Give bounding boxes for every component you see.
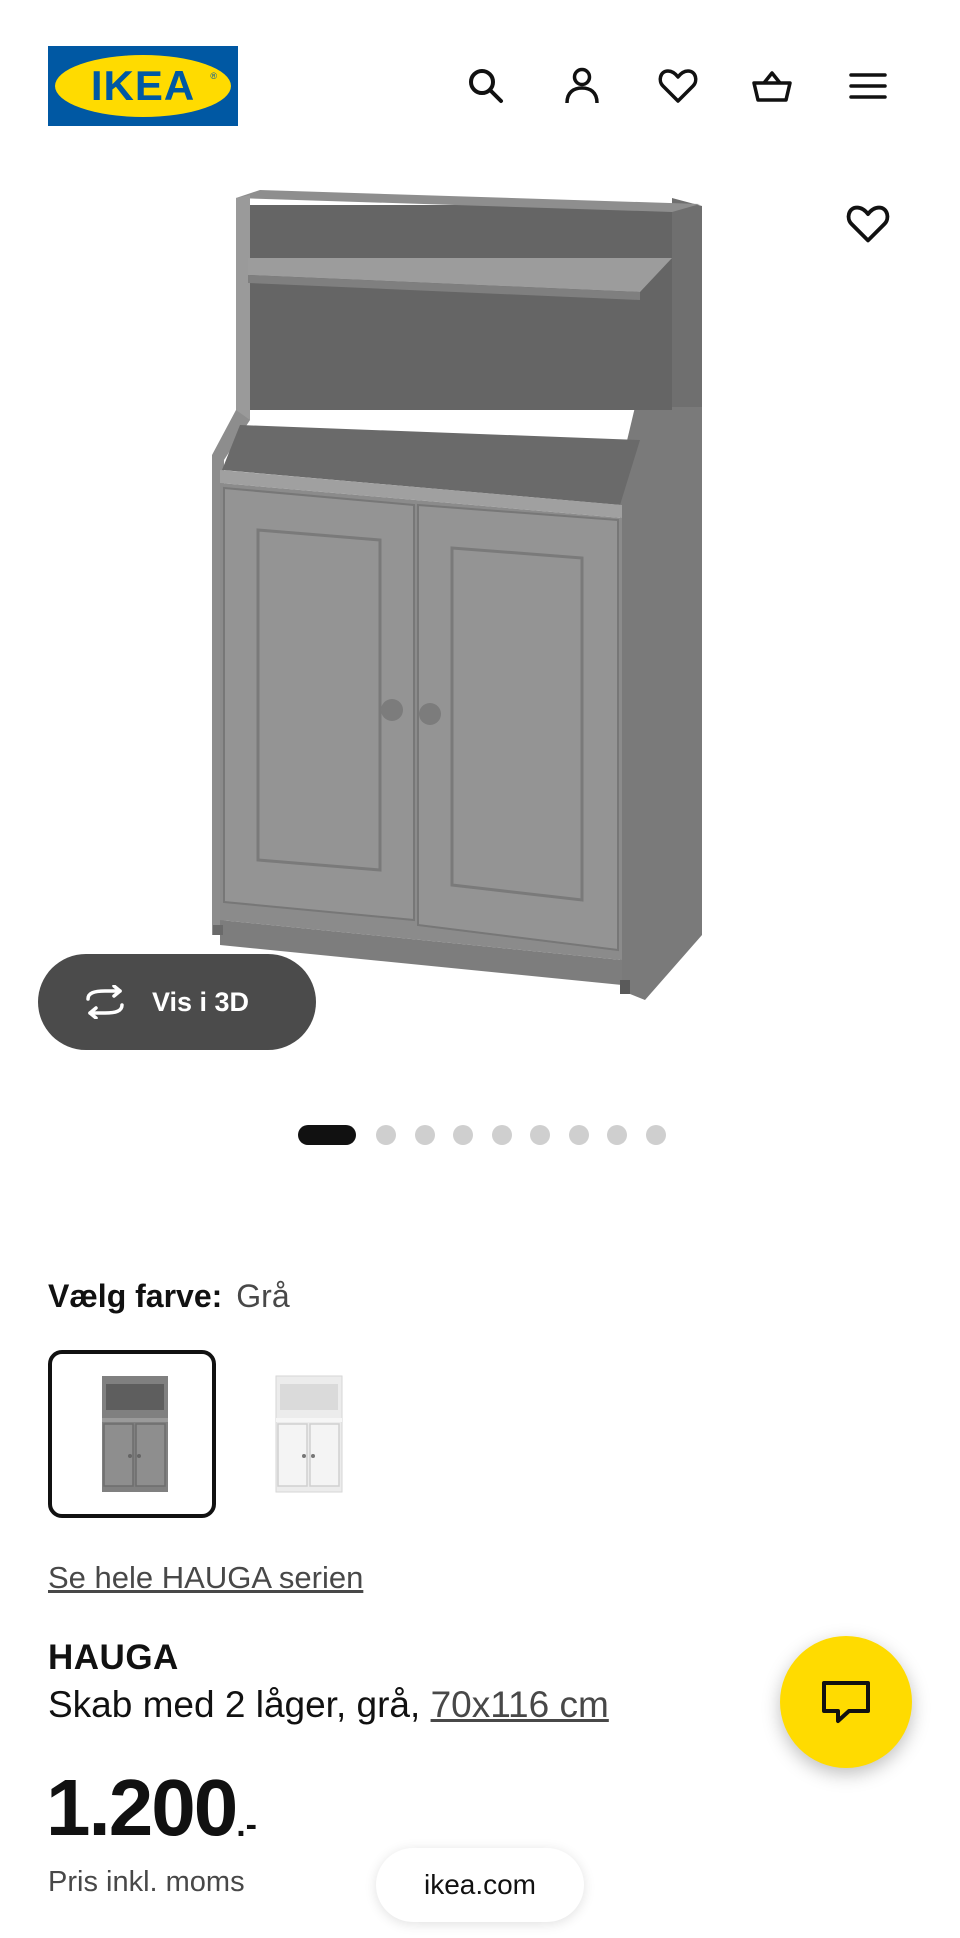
carousel-dot[interactable] <box>530 1125 550 1145</box>
menu-button[interactable] <box>844 62 892 110</box>
rotate-3d-icon <box>86 985 124 1019</box>
heart-icon <box>846 205 890 243</box>
price-note: Pris inkl. moms <box>48 1866 245 1898</box>
carousel-indicator <box>298 1125 684 1145</box>
add-to-favourites-button[interactable] <box>840 196 896 252</box>
color-picker-label: Vælg farve: Grå <box>48 1278 290 1315</box>
menu-icon <box>849 73 887 99</box>
color-swatch-white[interactable] <box>222 1350 390 1518</box>
logo-text: IKEA <box>90 62 196 109</box>
search-icon <box>469 69 503 103</box>
view-in-3d-button[interactable]: Vis i 3D <box>38 954 316 1050</box>
color-swatch-grey[interactable] <box>48 1350 216 1518</box>
price-amount: 1.200 <box>46 1763 238 1852</box>
registered-mark: ® <box>210 71 217 81</box>
carousel-dot[interactable] <box>568 1125 589 1145</box>
favourites-button[interactable] <box>654 62 702 110</box>
grey-cabinet-thumbnail <box>102 1376 168 1492</box>
carousel-dot[interactable] <box>453 1125 473 1145</box>
product-image[interactable] <box>0 180 960 1080</box>
heart-icon <box>658 69 698 103</box>
color-selected-value: Grå <box>236 1278 290 1314</box>
ikea-logo[interactable]: IKEA ® <box>48 46 238 126</box>
header: IKEA ® <box>0 0 960 170</box>
account-button[interactable] <box>558 62 606 110</box>
carousel-dot[interactable] <box>491 1125 512 1145</box>
product-description: Skab med 2 låger, grå, 70x116 cm <box>48 1684 609 1726</box>
logo-oval: IKEA ® <box>55 55 231 117</box>
browser-url-pill[interactable]: ikea.com <box>376 1848 584 1922</box>
series-link[interactable]: Se hele HAUGA serien <box>48 1560 363 1596</box>
carousel-dot[interactable] <box>376 1125 396 1145</box>
view-in-3d-label: Vis i 3D <box>152 986 250 1017</box>
carousel-dot[interactable] <box>414 1125 435 1145</box>
product-description-text: Skab med 2 låger, grå, <box>48 1684 431 1725</box>
chat-icon <box>822 1681 870 1723</box>
basket-button[interactable] <box>748 62 796 110</box>
browser-url: ikea.com <box>423 1869 537 1900</box>
product-name: HAUGA <box>48 1638 179 1677</box>
search-button[interactable] <box>462 62 510 110</box>
chat-button[interactable] <box>780 1636 912 1768</box>
carousel-dot[interactable] <box>607 1125 627 1145</box>
carousel-dot[interactable] <box>645 1125 666 1145</box>
product-price: 1.200 .- <box>46 1766 257 1850</box>
product-size-link[interactable]: 70x116 cm <box>431 1684 609 1725</box>
basket-icon <box>752 71 792 102</box>
price-suffix: .- <box>236 1806 257 1844</box>
carousel-dot-active[interactable] <box>298 1125 356 1145</box>
white-cabinet-thumbnail <box>275 1375 343 1493</box>
account-icon <box>565 67 599 104</box>
color-label-title: Vælg farve: <box>48 1278 223 1314</box>
